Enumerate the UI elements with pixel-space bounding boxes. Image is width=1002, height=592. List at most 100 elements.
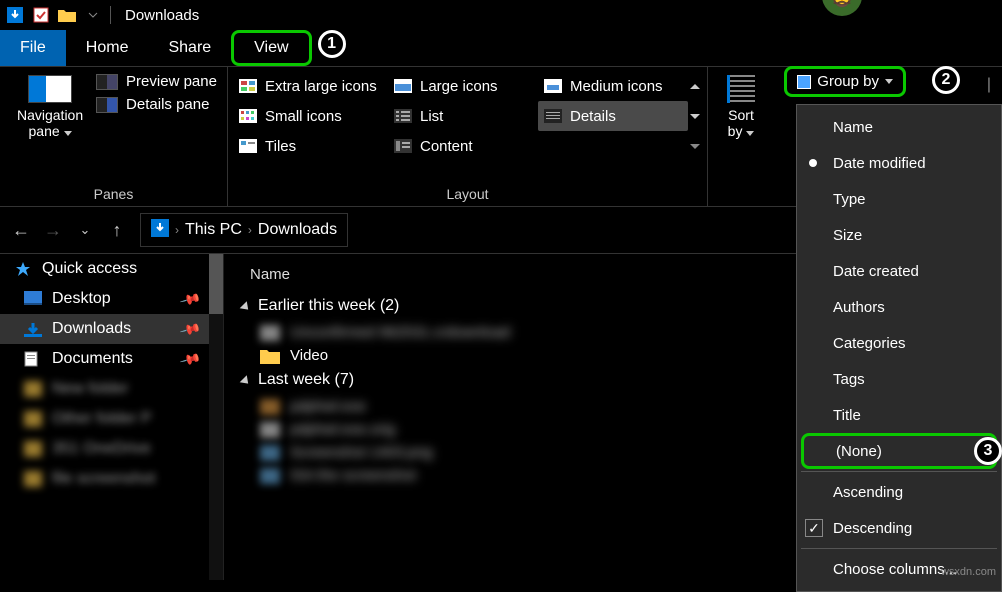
menu-type[interactable]: Type <box>797 181 1001 217</box>
menu-ascending[interactable]: Ascending <box>797 474 1001 510</box>
navigation-tree[interactable]: Quick access Desktop 📌 Downloads 📌 Docum… <box>0 254 224 580</box>
group-by-label: Group by <box>817 73 879 90</box>
radio-checked-icon <box>809 159 817 167</box>
sidebar-item[interactable]: file screenshot <box>0 464 223 494</box>
sidebar-documents[interactable]: Documents 📌 <box>0 344 223 374</box>
preview-pane-icon <box>96 74 118 90</box>
layout-extra-large[interactable]: Extra large icons <box>233 71 388 101</box>
menu-separator <box>801 548 997 549</box>
layout-medium-label: Medium icons <box>570 78 663 95</box>
layout-details-label: Details <box>570 108 616 125</box>
ribbon-group-layout: Extra large icons Large icons Medium ico… <box>228 67 708 206</box>
menu-size[interactable]: Size <box>797 217 1001 253</box>
sort-icon <box>727 75 755 103</box>
sort-by-button[interactable]: Sort by <box>727 71 755 139</box>
qat-properties-icon[interactable] <box>32 6 50 24</box>
title-bar: Downloads 🧔 <box>0 0 1002 30</box>
layout-scroll-up-icon[interactable] <box>690 84 700 89</box>
chevron-down-icon <box>64 131 72 136</box>
layout-expand-icon[interactable] <box>690 144 700 149</box>
large-icons-icon <box>394 79 412 93</box>
menu-file[interactable]: File <box>0 30 66 66</box>
window-title: Downloads <box>125 7 199 24</box>
menu-authors[interactable]: Authors <box>797 289 1001 325</box>
annotation-badge-2: 2 <box>932 66 960 94</box>
crumb-this-pc[interactable]: This PC <box>185 221 242 239</box>
menu-home[interactable]: Home <box>66 30 149 66</box>
sidebar-item[interactable]: 351 OneDrive <box>0 434 223 464</box>
qat-caret-icon[interactable] <box>84 6 102 24</box>
layout-large[interactable]: Large icons <box>388 71 538 101</box>
details-pane-icon <box>96 97 118 113</box>
menu-none[interactable]: (None) 3 <box>801 433 997 469</box>
layout-xl-label: Extra large icons <box>265 78 377 95</box>
breadcrumb[interactable]: › This PC › Downloads <box>140 213 348 247</box>
forward-button[interactable]: → <box>38 215 68 245</box>
layout-group-label: Layout <box>446 184 488 204</box>
menu-name[interactable]: Name <box>797 109 1001 145</box>
desktop-icon <box>24 291 42 307</box>
preview-pane-label: Preview pane <box>126 73 217 90</box>
menu-date-modified[interactable]: Date modified <box>797 145 1001 181</box>
sidebar-quick-access[interactable]: Quick access <box>0 254 223 284</box>
sort-label-1: Sort <box>728 107 754 123</box>
app-icon <box>6 6 24 24</box>
sort-label-2: by <box>728 123 743 139</box>
details-icon <box>544 109 562 123</box>
layout-medium[interactable]: Medium icons <box>538 71 688 101</box>
ribbon-group-panes: Navigation pane Preview pane Details pan… <box>0 67 228 206</box>
group-by-button[interactable]: Group by <box>784 66 906 97</box>
navigation-pane-icon <box>28 75 72 103</box>
layout-small-label: Small icons <box>265 108 342 125</box>
tiles-icon <box>239 139 257 153</box>
layout-small[interactable]: Small icons <box>233 101 388 131</box>
sidebar-item[interactable]: New folder <box>0 374 223 404</box>
menu-bar: File Home Share View 1 <box>0 30 1002 66</box>
menu-descending[interactable]: ✓Descending <box>797 510 1001 546</box>
file-name: Video <box>290 347 328 364</box>
menu-categories[interactable]: Categories <box>797 325 1001 361</box>
up-button[interactable]: ↑ <box>102 215 132 245</box>
layout-large-label: Large icons <box>420 78 498 95</box>
chevron-down-icon <box>240 375 252 387</box>
back-button[interactable]: ← <box>6 215 36 245</box>
sidebar-item[interactable]: Other folder P <box>0 404 223 434</box>
qat-newfolder-icon[interactable] <box>58 6 76 24</box>
preview-pane-button[interactable]: Preview pane <box>96 73 217 90</box>
details-pane-label: Details pane <box>126 96 209 113</box>
layout-content[interactable]: Content <box>388 131 538 161</box>
details-pane-button[interactable]: Details pane <box>96 96 217 113</box>
group-by-menu: Name Date modified Type Size Date create… <box>796 104 1002 592</box>
pin-icon: 📌 <box>178 347 202 370</box>
ribbon-more-area[interactable]: | <box>980 76 998 94</box>
layout-scroll-down-icon[interactable] <box>690 114 700 119</box>
sidebar-desktop[interactable]: Desktop 📌 <box>0 284 223 314</box>
chevron-right-icon[interactable]: › <box>248 223 252 237</box>
menu-date-created[interactable]: Date created <box>797 253 1001 289</box>
layout-list-label: List <box>420 108 443 125</box>
chevron-down-icon <box>240 301 252 313</box>
layout-tiles[interactable]: Tiles <box>233 131 388 161</box>
scrollbar-thumb[interactable] <box>209 254 223 314</box>
annotation-badge-1: 1 <box>318 30 346 58</box>
chevron-down-icon <box>746 131 754 136</box>
layout-tiles-label: Tiles <box>265 138 296 155</box>
chevron-right-icon[interactable]: › <box>175 223 179 237</box>
recent-locations-button[interactable]: ⌄ <box>70 215 100 245</box>
layout-details[interactable]: Details <box>538 101 688 131</box>
menu-share[interactable]: Share <box>148 30 231 66</box>
layout-scroll[interactable] <box>688 71 702 161</box>
menu-view[interactable]: View <box>231 30 311 66</box>
menu-separator <box>801 471 997 472</box>
layout-content-label: Content <box>420 138 473 155</box>
chevron-down-icon <box>885 79 893 84</box>
crumb-downloads[interactable]: Downloads <box>258 221 337 239</box>
sidebar-downloads[interactable]: Downloads 📌 <box>0 314 223 344</box>
layout-list[interactable]: List <box>388 101 538 131</box>
menu-title[interactable]: Title <box>797 397 1001 433</box>
sidebar-scrollbar[interactable] <box>209 254 223 580</box>
extra-large-icons-icon <box>239 79 257 93</box>
menu-tags[interactable]: Tags <box>797 361 1001 397</box>
navigation-pane-button[interactable]: Navigation pane <box>10 71 90 139</box>
documents-icon <box>24 351 42 367</box>
